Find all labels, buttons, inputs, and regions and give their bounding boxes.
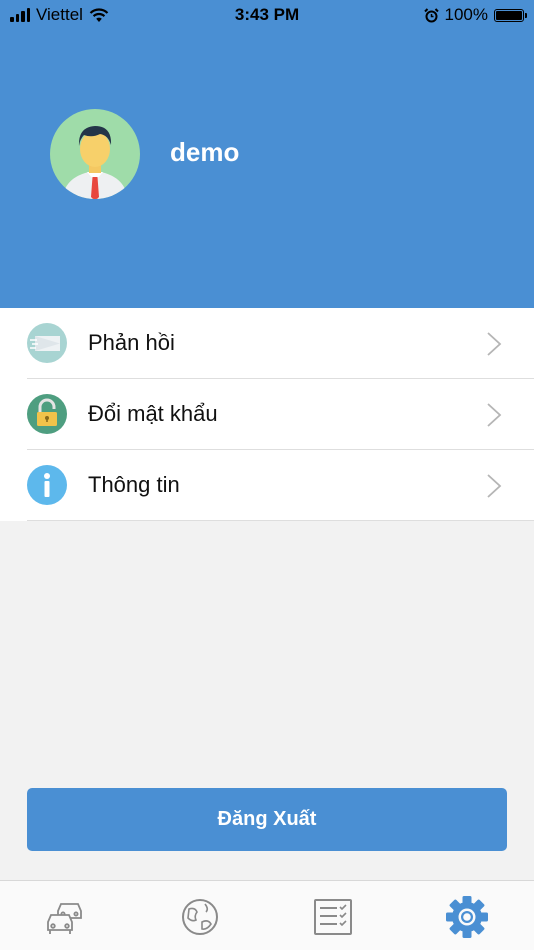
battery-icon xyxy=(494,8,527,22)
battery-percent: 100% xyxy=(444,5,488,24)
globe-icon[interactable] xyxy=(178,895,222,939)
status-bar: Viettel 3:43 PM 100% xyxy=(0,0,534,30)
alarm-clock-icon xyxy=(423,7,439,22)
menu-item-label: Đổi mật khẩu xyxy=(88,401,218,426)
tab-bar xyxy=(0,880,534,950)
menu-item-change-password[interactable]: Đổi mật khẩu xyxy=(0,379,534,450)
feedback-envelope-icon xyxy=(27,323,67,363)
settings-gear-icon[interactable] xyxy=(445,895,489,939)
username: demo xyxy=(170,137,240,167)
divider xyxy=(27,520,534,521)
logout-button[interactable]: Đăng Xuất xyxy=(27,788,507,851)
settings-menu: Phản hồi Đổi mật khẩu Thông tin xyxy=(0,308,534,521)
chevron-right-icon xyxy=(487,403,502,427)
menu-item-label: Phản hồi xyxy=(88,330,175,355)
user-avatar-icon[interactable] xyxy=(50,109,140,199)
checklist-icon[interactable] xyxy=(311,895,355,939)
chevron-right-icon xyxy=(487,474,502,498)
info-icon xyxy=(27,465,67,505)
cars-icon[interactable] xyxy=(44,895,88,939)
profile-header: Viettel 3:43 PM 100% demo xyxy=(0,0,534,308)
menu-item-label: Thông tin xyxy=(88,472,180,497)
menu-item-info[interactable]: Thông tin xyxy=(0,450,534,521)
padlock-icon xyxy=(27,394,67,434)
menu-item-feedback[interactable]: Phản hồi xyxy=(0,308,534,379)
chevron-right-icon xyxy=(487,332,502,356)
